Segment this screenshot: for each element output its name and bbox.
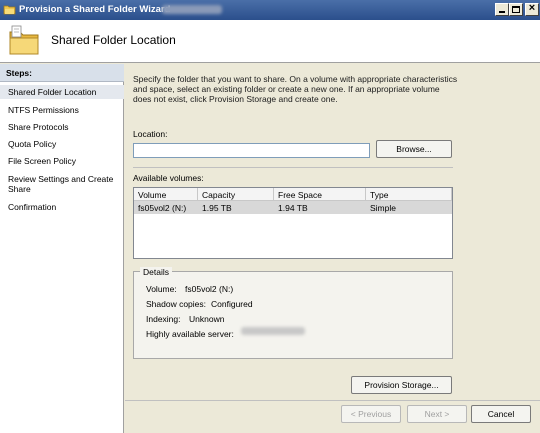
steps-sidebar: Steps: Shared Folder Location NTFS Permi… xyxy=(0,64,124,433)
provision-storage-button[interactable]: Provision Storage... xyxy=(351,376,452,394)
window-title: Provision a Shared Folder Wizard xyxy=(19,4,171,15)
page-title: Shared Folder Location xyxy=(51,33,176,47)
maximize-icon xyxy=(512,6,520,13)
description-text: Specify the folder that you want to shar… xyxy=(133,74,458,104)
details-heading: Details xyxy=(140,267,172,277)
close-button[interactable]: × xyxy=(525,2,539,16)
step-review-settings[interactable]: Review Settings and Create Share xyxy=(0,174,124,194)
steps-heading: Steps: xyxy=(0,64,124,82)
details-shadow-label: Shadow copies: xyxy=(146,299,207,309)
details-indexing-value: Unknown xyxy=(189,314,225,324)
folder-share-icon xyxy=(3,5,16,15)
details-shadow-value: Configured xyxy=(211,299,253,309)
main-panel: Specify the folder that you want to shar… xyxy=(125,64,540,400)
divider xyxy=(133,167,453,168)
column-header-volume[interactable]: Volume xyxy=(134,188,198,201)
step-ntfs-permissions[interactable]: NTFS Permissions xyxy=(0,105,124,115)
step-shared-folder-location[interactable]: Shared Folder Location xyxy=(0,85,124,99)
next-button[interactable]: Next > xyxy=(407,405,467,423)
location-input[interactable] xyxy=(133,143,370,158)
step-quota-policy[interactable]: Quota Policy xyxy=(0,139,124,149)
step-file-screen-policy[interactable]: File Screen Policy xyxy=(0,156,124,166)
previous-button[interactable]: < Previous xyxy=(341,405,401,423)
details-group: Details Volume: fs05vol2 (N:) Shadow cop… xyxy=(133,267,453,359)
step-share-protocols[interactable]: Share Protocols xyxy=(0,122,124,132)
column-header-type[interactable]: Type xyxy=(366,188,452,201)
available-volumes-label: Available volumes: xyxy=(133,173,204,183)
details-volume-value: fs05vol2 (N:) xyxy=(185,284,234,294)
title-bar: Provision a Shared Folder Wizard × xyxy=(0,0,540,20)
table-row[interactable]: fs05vol2 (N:) 1.95 TB 1.94 TB Simple xyxy=(134,201,452,214)
minimize-button[interactable] xyxy=(495,3,509,16)
minimize-icon xyxy=(499,11,505,13)
browse-button[interactable]: Browse... xyxy=(376,140,452,158)
cell-type: Simple xyxy=(370,203,396,213)
wizard-footer: < Previous Next > Cancel xyxy=(125,400,540,433)
folder-icon xyxy=(9,25,39,55)
cell-volume: fs05vol2 (N:) xyxy=(138,203,187,213)
cancel-button[interactable]: Cancel xyxy=(471,405,531,423)
column-header-capacity[interactable]: Capacity xyxy=(198,188,274,201)
step-confirmation[interactable]: Confirmation xyxy=(0,202,124,212)
details-volume-label: Volume: xyxy=(146,284,177,294)
location-label: Location: xyxy=(133,129,168,139)
details-ha-label: Highly available server: xyxy=(146,329,234,339)
blurred-server-value xyxy=(241,327,305,335)
cell-capacity: 1.95 TB xyxy=(202,203,232,213)
cell-free-space: 1.94 TB xyxy=(278,203,308,213)
maximize-button[interactable] xyxy=(509,3,523,16)
column-header-free-space[interactable]: Free Space xyxy=(274,188,366,201)
volumes-table[interactable]: Volume Capacity Free Space Type fs05vol2… xyxy=(133,187,453,259)
blurred-server-name xyxy=(162,5,222,14)
close-icon: × xyxy=(528,2,536,14)
wizard-header: Shared Folder Location xyxy=(0,20,540,63)
details-indexing-label: Indexing: xyxy=(146,314,181,324)
